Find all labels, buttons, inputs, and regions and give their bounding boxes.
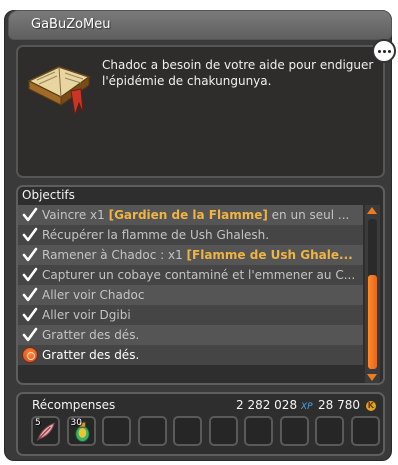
objective-text-prefix: Récupérer la flamme de Ush Ghalesh. bbox=[42, 228, 270, 242]
xp-value: 2 282 028 bbox=[236, 398, 298, 412]
scroll-up-arrow-icon[interactable] bbox=[367, 207, 377, 214]
objective-text: Vaincre x1 [Gardien de la Flamme] en un … bbox=[42, 208, 360, 222]
checkmark-icon bbox=[22, 247, 38, 263]
rewards-header: Récompenses bbox=[32, 398, 116, 412]
objective-text-prefix: Aller voir Dgibi bbox=[42, 308, 131, 322]
quest-description-panel: Chadoc a besoin de votre aide pour endig… bbox=[16, 45, 385, 178]
reward-slot bbox=[173, 416, 202, 446]
objective-row[interactable]: Aller voir Chadoc bbox=[18, 285, 363, 305]
objective-text: Capturer un cobaye contaminé et l'emmene… bbox=[42, 268, 360, 282]
kamas-reward: 28 780 K bbox=[318, 398, 376, 412]
objective-text: Gratter des dés. bbox=[42, 348, 360, 362]
checkmark-icon bbox=[22, 307, 38, 323]
checkmark-icon bbox=[22, 227, 38, 243]
reward-slot bbox=[102, 416, 131, 446]
open-book-icon bbox=[27, 66, 91, 116]
objective-text-prefix: Aller voir Chadoc bbox=[42, 288, 145, 302]
objective-text: Aller voir Chadoc bbox=[42, 288, 360, 302]
reward-slot[interactable]: 30 bbox=[66, 416, 96, 446]
objective-text-prefix: Vaincre x1 bbox=[42, 208, 109, 222]
objective-row[interactable]: Récupérer la flamme de Ush Ghalesh. bbox=[18, 225, 363, 245]
objectives-list: Vaincre x1 [Gardien de la Flamme] en un … bbox=[18, 205, 363, 365]
rewards-panel: Récompenses 2 282 028 XP 28 780 K 5 30 bbox=[16, 392, 385, 456]
objective-text-suffix: en un seul ... bbox=[267, 208, 350, 222]
kama-coin-icon: K bbox=[365, 400, 376, 411]
checkmark-icon bbox=[22, 267, 38, 283]
scroll-thumb[interactable] bbox=[368, 275, 377, 369]
objectives-scrollbar[interactable] bbox=[365, 205, 380, 383]
reward-slot bbox=[350, 416, 380, 446]
xp-label: XP bbox=[300, 402, 313, 412]
reward-slot bbox=[137, 416, 167, 446]
objective-row[interactable]: Capturer un cobaye contaminé et l'emmene… bbox=[18, 265, 363, 285]
scroll-down-arrow-icon[interactable] bbox=[367, 374, 377, 381]
objectives-panel: Objectifs Vaincre x1 [Gardien de la Flam… bbox=[16, 185, 385, 385]
checkmark-icon bbox=[22, 207, 38, 223]
reward-item-slots: 5 30 bbox=[31, 416, 381, 446]
objectives-header: Objectifs bbox=[22, 188, 75, 202]
window-title: GaBuZoMeu bbox=[31, 17, 111, 32]
reward-slot bbox=[244, 416, 273, 446]
objective-text-prefix: Ramener à Chadoc : x1 bbox=[42, 248, 187, 262]
checkmark-icon bbox=[22, 327, 38, 343]
objective-text-prefix: Gratter des dés. bbox=[42, 348, 140, 362]
reward-slot bbox=[315, 416, 344, 446]
objective-text: Aller voir Dgibi bbox=[42, 308, 360, 322]
objective-row[interactable]: Aller voir Dgibi bbox=[18, 305, 363, 325]
objective-row[interactable]: Gratter des dés. bbox=[18, 325, 363, 345]
objective-text: Ramener à Chadoc : x1 [Flamme de Ush Gha… bbox=[42, 248, 360, 262]
title-bar[interactable]: GaBuZoMeu bbox=[8, 10, 392, 40]
kamas-value: 28 780 bbox=[318, 398, 360, 412]
reward-quantity: 5 bbox=[35, 418, 41, 428]
objective-text-prefix: Capturer un cobaye contaminé et l'emmene… bbox=[42, 268, 356, 282]
objective-text: Gratter des dés. bbox=[42, 328, 360, 342]
objective-target-highlight: [Flamme de Ush Ghale... bbox=[186, 248, 353, 262]
chat-bubble-icon[interactable] bbox=[372, 39, 396, 63]
checkmark-icon bbox=[22, 287, 38, 303]
objective-target-highlight: [Gardien de la Flamme] bbox=[108, 208, 268, 222]
objective-row[interactable]: Vaincre x1 [Gardien de la Flamme] en un … bbox=[18, 205, 363, 225]
objective-row[interactable]: Ramener à Chadoc : x1 [Flamme de Ush Gha… bbox=[18, 245, 363, 265]
quest-description: Chadoc a besoin de votre aide pour endig… bbox=[102, 58, 374, 88]
reward-slot bbox=[208, 416, 238, 446]
reward-slot bbox=[279, 416, 309, 446]
objective-row[interactable]: Gratter des dés. bbox=[18, 345, 363, 365]
xp-reward: 2 282 028 XP bbox=[236, 398, 313, 412]
reward-slot[interactable]: 5 bbox=[31, 416, 60, 446]
objective-text: Récupérer la flamme de Ush Ghalesh. bbox=[42, 228, 360, 242]
objective-text-prefix: Gratter des dés. bbox=[42, 328, 140, 342]
reward-quantity: 30 bbox=[70, 418, 82, 428]
current-objective-icon bbox=[22, 347, 38, 363]
